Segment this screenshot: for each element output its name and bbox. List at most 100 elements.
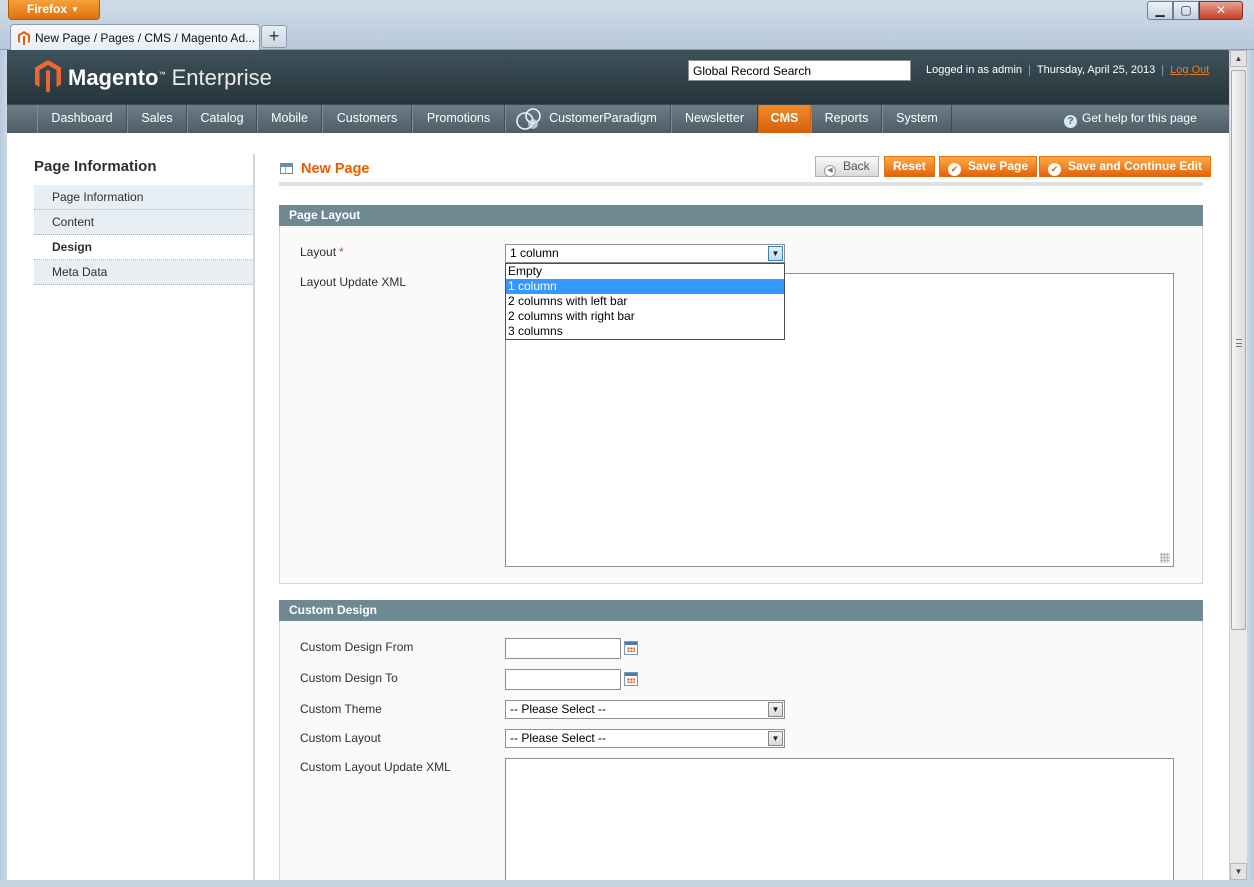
magento-header: Magento™ Enterprise Logged in as admin|T… (7, 50, 1229, 104)
custom-design-to-label: Custom Design To (300, 671, 398, 685)
save-page-label: Save Page (968, 159, 1029, 173)
close-icon: ✕ (1215, 3, 1227, 17)
page-layout-header: Page Layout (279, 205, 1203, 226)
browser-tab-title: New Page / Pages / CMS / Magento Ad... (35, 31, 256, 45)
customerparadigm-logo-icon (516, 108, 541, 130)
nav-system[interactable]: System (882, 105, 952, 133)
nav-mobile[interactable]: Mobile (257, 105, 322, 133)
scroll-up-icon[interactable]: ▲ (1230, 50, 1247, 67)
sidebar-item-meta-data[interactable]: Meta Data (34, 260, 254, 285)
grip-icon (1236, 339, 1242, 347)
back-button[interactable]: ◀ Back (815, 156, 879, 177)
minimize-window-button[interactable]: ▁ (1147, 1, 1173, 20)
custom-design-header: Custom Design (279, 600, 1203, 621)
custom-layout-xml-textarea[interactable] (505, 758, 1174, 880)
maximize-icon: ▢ (1180, 3, 1192, 17)
save-continue-label: Save and Continue Edit (1068, 159, 1203, 173)
required-asterisk: * (339, 245, 344, 259)
checkmark-icon: ✔ (948, 163, 961, 176)
sidebar-title: Page Information (34, 158, 157, 175)
nav-promotions[interactable]: Promotions (412, 105, 505, 133)
reset-button-label: Reset (893, 159, 926, 173)
nav-cms[interactable]: CMS (758, 105, 811, 133)
minimize-icon: ▁ (1155, 3, 1165, 17)
custom-layout-label: Custom Layout (300, 731, 381, 745)
custom-layout-select[interactable]: -- Please Select -- ▼ (505, 729, 785, 748)
new-tab-button[interactable]: + (261, 25, 287, 48)
calendar-icon[interactable] (624, 641, 638, 655)
back-arrow-icon: ◀ (824, 165, 836, 177)
sidebar-item-design[interactable]: Design (34, 235, 254, 260)
custom-theme-value: -- Please Select -- (510, 702, 607, 716)
logout-link[interactable]: Log Out (1170, 64, 1209, 76)
layout-option-2-columns-right[interactable]: 2 columns with right bar (506, 309, 784, 324)
logo-wordmark: Magento™ Enterprise (68, 65, 272, 90)
sidebar-item-page-information[interactable]: Page Information (34, 185, 254, 210)
header-user-info: Logged in as admin | Thursday, April 25, 2… (926, 64, 1210, 76)
main-navigation: Dashboard Sales Catalog Mobile Customers… (7, 104, 1229, 133)
checkmark-icon: ✔ (1048, 163, 1061, 176)
browser-tab[interactable]: New Page / Pages / CMS / Magento Ad... (10, 24, 260, 50)
nav-customerparadigm-label: CustomerParadigm (549, 111, 657, 125)
custom-theme-select[interactable]: -- Please Select -- ▼ (505, 700, 785, 719)
custom-layout-xml-label: Custom Layout Update XML (300, 760, 451, 774)
title-divider (279, 182, 1203, 186)
back-button-label: Back (843, 159, 870, 173)
layout-option-empty[interactable]: Empty (506, 264, 784, 279)
logged-in-text: Logged in as admin (926, 64, 1023, 76)
firefox-menu-label: Firefox (27, 2, 68, 16)
layout-option-3-columns[interactable]: 3 columns (506, 324, 784, 339)
custom-layout-value: -- Please Select -- (510, 731, 607, 745)
logo-brand: Magento (68, 65, 159, 90)
save-continue-button[interactable]: ✔ Save and Continue Edit (1039, 156, 1212, 177)
custom-design-from-label: Custom Design From (300, 640, 414, 654)
page-grid-icon (280, 163, 293, 174)
maximize-window-button[interactable]: ▢ (1173, 1, 1199, 20)
scroll-down-icon[interactable]: ▼ (1230, 863, 1247, 880)
window-border-bottom (0, 880, 1254, 887)
chevron-down-icon: ▼ (768, 246, 783, 261)
custom-theme-label: Custom Theme (300, 702, 382, 716)
page-scrollbar[interactable]: ▲ ▼ (1229, 50, 1247, 880)
magento-logo-icon (35, 60, 61, 92)
page-viewport: Magento™ Enterprise Logged in as admin|T… (7, 50, 1229, 880)
magento-favicon-icon (18, 31, 30, 45)
help-icon: ? (1064, 115, 1077, 128)
window-border-right (1247, 50, 1254, 887)
reset-button[interactable]: Reset (884, 156, 935, 177)
layout-option-1-column[interactable]: 1 column (506, 279, 784, 294)
layout-select[interactable]: 1 column ▼ (505, 244, 785, 263)
global-search-input[interactable] (688, 60, 911, 81)
chevron-down-icon: ▼ (71, 5, 79, 14)
chevron-down-icon: ▼ (768, 731, 783, 746)
sidebar-item-content[interactable]: Content (34, 210, 254, 235)
layout-label-text: Layout (300, 245, 337, 259)
save-page-button[interactable]: ✔ Save Page (939, 156, 1038, 177)
layout-label: Layout * (300, 245, 344, 259)
close-window-button[interactable]: ✕ (1199, 1, 1243, 20)
sidebar-divider (253, 154, 255, 880)
firefox-menu-button[interactable]: Firefox ▼ (8, 0, 100, 20)
help-link-label: Get help for this page (1082, 111, 1197, 125)
calendar-icon[interactable] (624, 672, 638, 686)
nav-customers[interactable]: Customers (322, 105, 412, 133)
nav-reports[interactable]: Reports (811, 105, 882, 133)
sidebar-tabs: Page Information Content Design Meta Dat… (34, 185, 254, 285)
layout-xml-label: Layout Update XML (300, 275, 407, 289)
logo-edition: Enterprise (171, 65, 272, 90)
nav-dashboard[interactable]: Dashboard (37, 105, 127, 133)
nav-newsletter[interactable]: Newsletter (671, 105, 758, 133)
help-link[interactable]: ? Get help for this page (1064, 111, 1197, 128)
nav-catalog[interactable]: Catalog (187, 105, 257, 133)
custom-design-from-input[interactable] (505, 638, 621, 659)
layout-option-2-columns-left[interactable]: 2 columns with left bar (506, 294, 784, 309)
resize-grip-icon[interactable] (1160, 553, 1170, 563)
scrollbar-thumb[interactable] (1231, 70, 1246, 630)
custom-design-to-input[interactable] (505, 669, 621, 690)
chevron-down-icon: ▼ (768, 702, 783, 717)
nav-customerparadigm[interactable]: CustomerParadigm (505, 105, 671, 133)
layout-dropdown-list: Empty 1 column 2 columns with left bar 2… (505, 263, 785, 340)
page-title: New Page (301, 161, 370, 177)
nav-sales[interactable]: Sales (127, 105, 187, 133)
window-border-left (0, 50, 7, 887)
